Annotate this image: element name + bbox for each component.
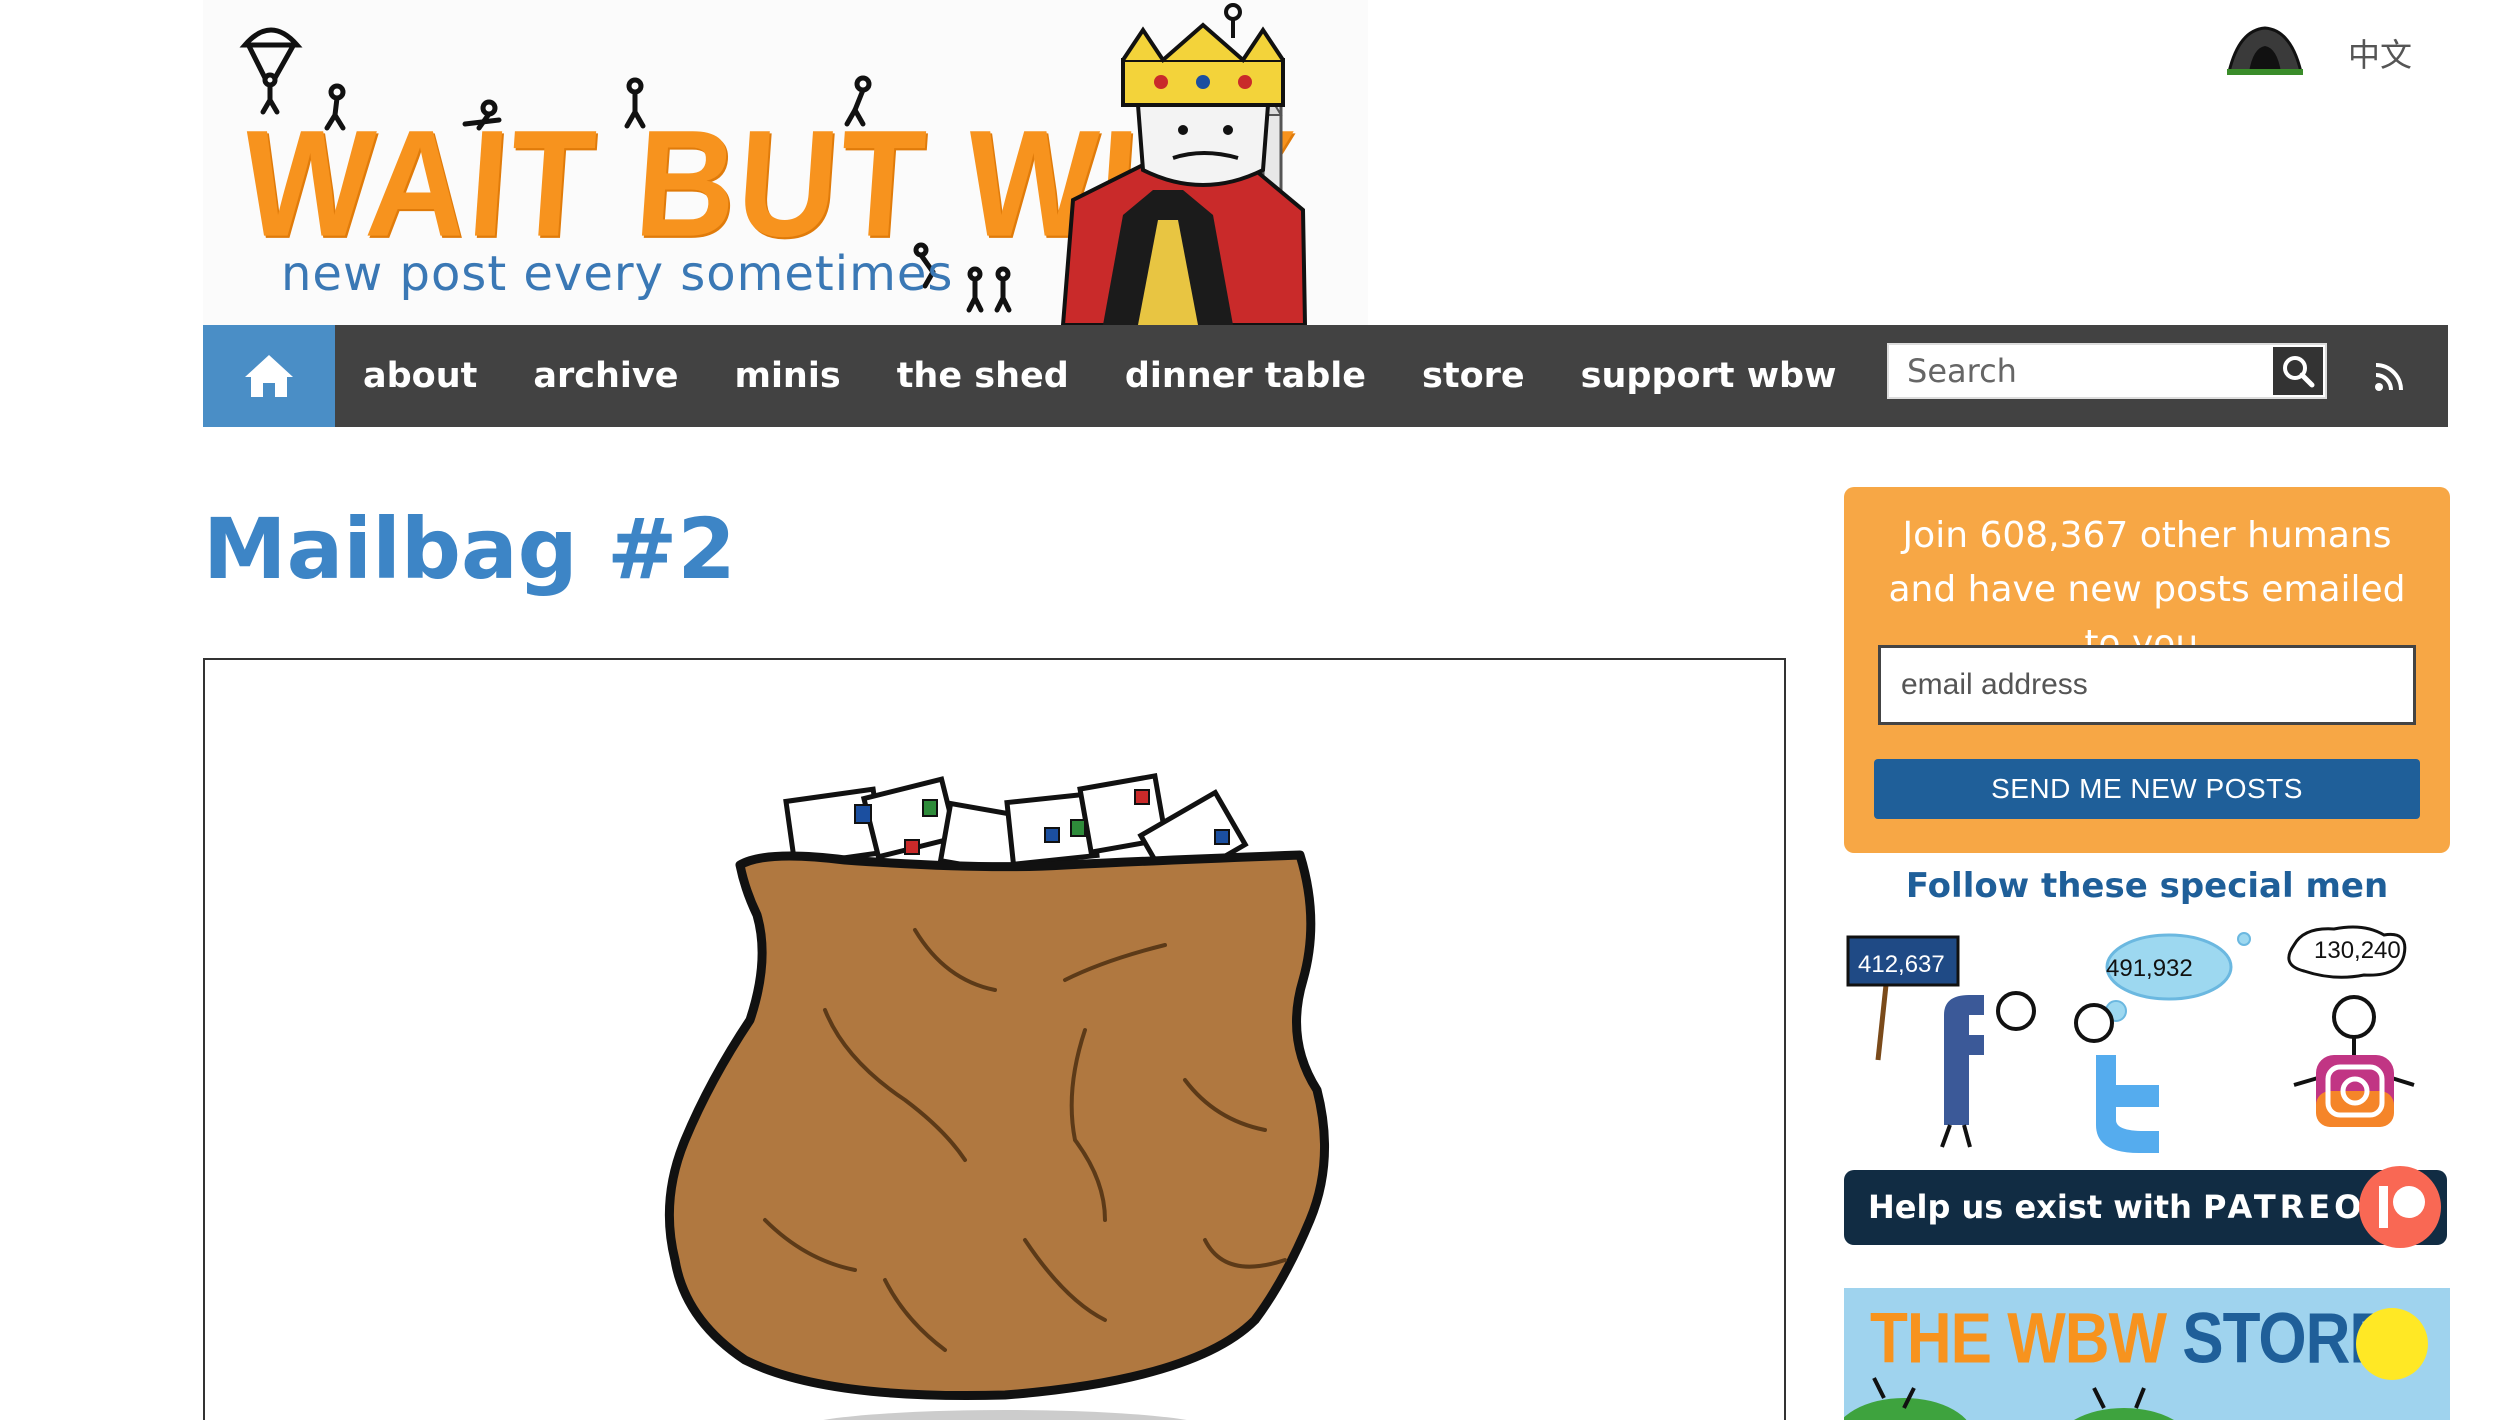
post-image-mailbag	[203, 658, 1786, 1420]
nav-item-about[interactable]: about	[363, 356, 477, 396]
rss-icon[interactable]	[2373, 361, 2405, 393]
follow-title: Follow these special men	[1905, 866, 2389, 906]
king-card-illustration	[1060, 3, 1308, 325]
facebook-count: 412,637	[1858, 951, 1945, 978]
nav-home-button[interactable]	[203, 325, 335, 427]
search-button[interactable]	[2273, 347, 2323, 395]
search-icon	[2283, 356, 2315, 388]
twitter-icon	[2096, 1055, 2159, 1153]
post-title[interactable]: Mailbag #2	[203, 500, 736, 598]
nav-item-store[interactable]: store	[1422, 356, 1525, 396]
search-input[interactable]	[1889, 345, 2269, 397]
patreon-text: Help us exist with PATREON	[1868, 1188, 2396, 1226]
email-signup-box: Join 608,367 other humans and have new p…	[1844, 487, 2450, 853]
page: WAIT BUT WHY new post every sometimes 中文	[0, 0, 2500, 1420]
nav-links: about archive minis the shed dinner tabl…	[363, 325, 1892, 427]
nav-item-the-shed[interactable]: the shed	[897, 356, 1069, 396]
nav-item-dinner-table[interactable]: dinner table	[1125, 356, 1366, 396]
nav-item-minis[interactable]: minis	[734, 356, 840, 396]
twitter-count: 491,932	[2106, 955, 2193, 982]
instagram-icon	[2316, 1055, 2394, 1127]
main-nav-bar: about archive minis the shed dinner tabl…	[203, 325, 2448, 427]
patreon-prefix: Help us exist with	[1868, 1188, 2192, 1226]
patreon-icon	[2359, 1166, 2441, 1248]
nav-item-archive[interactable]: archive	[533, 356, 678, 396]
store-illustration	[1844, 1308, 2428, 1420]
wbw-store-banner[interactable]: THE WBW STORE	[1844, 1288, 2450, 1420]
mailbag-illustration	[664, 772, 1330, 1420]
facebook-icon	[1944, 995, 1984, 1125]
instagram-count: 130,240	[2314, 937, 2401, 964]
social-follow-links: 412,637 491,932 130,240	[1844, 925, 2450, 1165]
language-toggle-chinese[interactable]: 中文	[2348, 30, 2412, 76]
email-field[interactable]	[1878, 645, 2416, 725]
cave-icon[interactable]	[2225, 24, 2305, 76]
patreon-button[interactable]: Help us exist with PATREON	[1844, 1166, 2447, 1248]
site-tagline: new post every sometimes	[281, 246, 954, 302]
site-header-banner[interactable]: WAIT BUT WHY new post every sometimes	[203, 0, 1368, 325]
home-icon	[245, 355, 293, 397]
nav-item-support-wbw[interactable]: support wbw	[1581, 356, 1837, 396]
search-box	[1887, 343, 2327, 399]
send-new-posts-button[interactable]: SEND ME NEW POSTS	[1874, 759, 2420, 819]
